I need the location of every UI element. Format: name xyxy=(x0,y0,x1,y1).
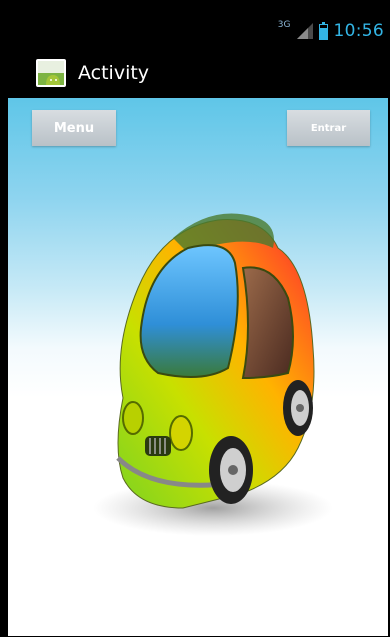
menu-button[interactable]: Menu xyxy=(32,110,116,146)
status-bar: 3G 10:56 xyxy=(8,14,390,48)
android-app-icon[interactable] xyxy=(36,59,66,87)
app-title: Activity xyxy=(78,62,150,84)
battery-icon xyxy=(318,22,328,40)
status-time: 10:56 xyxy=(333,21,384,41)
phone-screen: 3G 10:56 Activity Menu Entrar xyxy=(0,0,390,637)
action-bar: Activity xyxy=(8,48,390,98)
signal-icon xyxy=(296,23,313,39)
car-image xyxy=(93,213,333,536)
enter-button[interactable]: Entrar xyxy=(287,110,370,146)
content-area: Menu Entrar xyxy=(8,98,388,636)
network-type-label: 3G xyxy=(277,20,291,30)
